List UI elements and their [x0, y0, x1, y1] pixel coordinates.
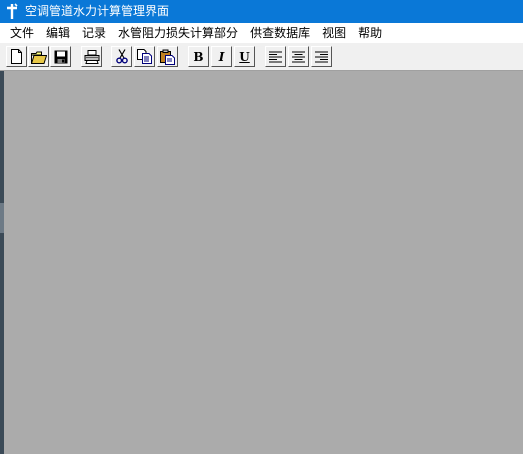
open-folder-icon	[30, 50, 47, 64]
menu-edit[interactable]: 编辑	[40, 23, 76, 43]
print-icon	[84, 49, 100, 64]
app-icon	[5, 3, 19, 20]
menu-database[interactable]: 供查数据库	[244, 23, 316, 43]
open-button[interactable]	[28, 46, 49, 67]
italic-button[interactable]: I	[211, 46, 232, 67]
underline-button[interactable]: U	[234, 46, 255, 67]
new-document-icon	[10, 49, 23, 64]
align-left-icon	[269, 51, 282, 63]
underline-icon: U	[239, 49, 250, 64]
mdi-workspace[interactable]	[0, 71, 523, 454]
save-button[interactable]	[50, 46, 71, 67]
menu-view[interactable]: 视图	[316, 23, 352, 43]
align-right-button[interactable]	[311, 46, 332, 67]
align-left-button[interactable]	[265, 46, 286, 67]
italic-icon: I	[218, 49, 225, 64]
menu-file[interactable]: 文件	[0, 23, 40, 43]
copy-icon	[137, 49, 152, 64]
menu-help[interactable]: 帮助	[352, 23, 388, 43]
toolbar: B I U	[0, 43, 523, 71]
cut-button[interactable]	[111, 46, 132, 67]
title-bar[interactable]: 空调管道水力计算管理界面	[0, 0, 523, 23]
bold-icon: B	[193, 49, 204, 64]
window-title: 空调管道水力计算管理界面	[25, 4, 170, 18]
paste-icon	[160, 49, 175, 65]
save-icon	[54, 50, 68, 64]
menu-record[interactable]: 记录	[76, 23, 112, 43]
align-center-icon	[292, 51, 305, 63]
window-left-border	[0, 71, 4, 454]
border-highlight	[0, 203, 4, 233]
align-center-button[interactable]	[288, 46, 309, 67]
align-right-icon	[315, 51, 328, 63]
print-button[interactable]	[81, 46, 102, 67]
new-button[interactable]	[6, 46, 27, 67]
copy-button[interactable]	[134, 46, 155, 67]
menu-pipe-resistance-calc[interactable]: 水管阻力损失计算部分	[112, 23, 244, 43]
menu-bar: 文件 编辑 记录 水管阻力损失计算部分 供查数据库 视图 帮助	[0, 23, 523, 43]
cut-icon	[115, 49, 128, 64]
bold-button[interactable]: B	[188, 46, 209, 67]
paste-button[interactable]	[157, 46, 178, 67]
